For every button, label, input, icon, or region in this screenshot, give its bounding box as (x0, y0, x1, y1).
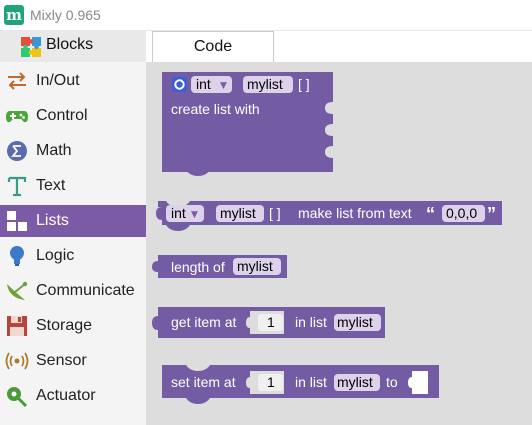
sigma-icon (7, 141, 27, 161)
list-name-text: mylist (247, 76, 283, 92)
floppy-icon (7, 316, 27, 336)
category-label: Sensor (36, 352, 87, 369)
category-sensor[interactable]: Sensor (0, 345, 146, 377)
tab-blocks-label: Blocks (46, 36, 94, 53)
tab-blocks[interactable]: Blocks (0, 31, 146, 62)
text-t-icon (7, 176, 27, 197)
type-dropdown-text: int (196, 76, 211, 92)
category-actuator[interactable]: Actuator (0, 380, 146, 412)
toolbox-panel: Blocks In/Out Control Math Text Lists Lo… (0, 31, 146, 425)
block-get-item[interactable]: get item at 1 in list mylist (152, 307, 385, 338)
block-flyout: int ▼ mylist [ ] create list with int ▼ … (146, 62, 532, 425)
title-bar: m Mixly 0.965 (0, 0, 532, 31)
category-label: Math (36, 142, 72, 159)
blocks-canvas: int ▼ mylist [ ] create list with int ▼ … (152, 72, 502, 404)
category-communicate[interactable]: Communicate (0, 275, 146, 307)
gear-icon[interactable] (172, 77, 187, 92)
block-label: create list with (171, 101, 260, 117)
gamepad-icon (6, 111, 28, 123)
block-label-a: set item at (171, 374, 236, 390)
mixly-logo-icon: m (4, 5, 24, 25)
category-control[interactable]: Control (0, 100, 146, 132)
list-name-text: mylist (337, 314, 373, 330)
block-label-a: get item at (171, 314, 236, 330)
puzzle-icon (21, 37, 41, 57)
category-text[interactable]: Text (0, 170, 146, 202)
category-math[interactable]: Math (0, 135, 146, 167)
chevron-down-icon: ▼ (220, 81, 227, 91)
arrows-io-icon (8, 72, 26, 90)
chevron-down-icon: ▼ (191, 210, 198, 220)
block-label: length of (171, 259, 225, 275)
block-label-b: in list (295, 314, 327, 330)
actuator-icon (7, 387, 28, 407)
list-name-text: mylist (237, 258, 273, 274)
sensor-waves-icon (5, 352, 29, 370)
list-blocks-icon (7, 211, 27, 231)
category-logic[interactable]: Logic (0, 240, 146, 272)
list-name-text: mylist (220, 205, 256, 221)
block-make-list-from-text[interactable]: int ▼ mylist [ ] make list from text “ 0… (156, 201, 502, 231)
text-value-text: 0,0,0 (446, 205, 477, 221)
tab-code[interactable]: Code (152, 31, 274, 62)
block-label-c: to (386, 374, 398, 390)
window-title: Mixly 0.965 (30, 7, 101, 23)
block-create-list[interactable]: int ▼ mylist [ ] create list with (162, 72, 333, 176)
block-length-of[interactable]: length of mylist (152, 255, 287, 278)
block-set-item[interactable]: set item at 1 in list mylist to (162, 365, 439, 404)
category-label: Lists (36, 212, 69, 229)
bulb-icon (10, 246, 24, 266)
close-quote-text: ” (487, 204, 496, 224)
editor-tabbar: Code (146, 31, 532, 62)
category-label: Actuator (36, 387, 96, 404)
brackets-text: [ ] (298, 76, 310, 92)
category-storage[interactable]: Storage (0, 310, 146, 342)
list-name-text: mylist (337, 374, 373, 390)
satellite-icon (7, 281, 28, 300)
index-text: 1 (267, 314, 275, 330)
block-label: make list from text (298, 205, 412, 221)
category-lists[interactable]: Lists (0, 205, 146, 237)
category-label: Text (36, 177, 66, 194)
open-quote-text: “ (426, 204, 435, 224)
category-label: Control (36, 107, 88, 124)
index-text: 1 (267, 374, 275, 390)
category-label: Storage (36, 317, 93, 334)
category-label: Communicate (36, 282, 135, 299)
category-label: Logic (36, 247, 75, 264)
brackets-text: [ ] (269, 205, 281, 221)
type-dropdown-text: int (171, 205, 186, 221)
category-in-out[interactable]: In/Out (0, 65, 146, 97)
block-label-b: in list (295, 374, 327, 390)
category-label: In/Out (36, 72, 80, 89)
